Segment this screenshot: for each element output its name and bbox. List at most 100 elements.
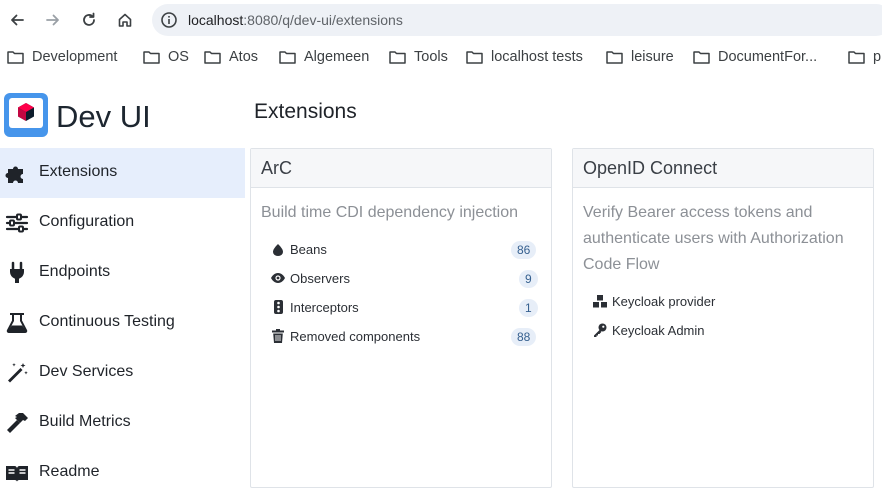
card-link-keycloak-admin[interactable]: Keycloak Admin (593, 321, 793, 341)
card-header: ArC (251, 149, 551, 188)
menu-label: Readme (39, 463, 100, 480)
menu-label: Extensions (39, 163, 118, 180)
menu-item-dev-services[interactable]: Dev Services (0, 348, 245, 398)
card-description: Verify Bearer access tokens and authenti… (583, 200, 844, 278)
bookmark-label: Algemeen (304, 49, 370, 65)
card-link-interceptors[interactable]: Interceptors 1 (271, 298, 538, 318)
link-label: Interceptors (290, 300, 359, 315)
back-button[interactable] (3, 6, 31, 34)
folder-icon (606, 51, 623, 64)
extension-card-arc: ArC Build time CDI dependency injection … (250, 148, 552, 488)
menu-label: Continuous Testing (39, 313, 175, 330)
bookmark-folder[interactable]: Tools (389, 48, 448, 66)
address-bar[interactable]: localhost:8080/q/dev-ui/extensions (152, 4, 882, 36)
cubes-icon (593, 294, 607, 308)
menu-label: Endpoints (39, 263, 111, 280)
bookmark-label: Atos (229, 49, 259, 65)
bookmarks-bar: Development OS Atos Algemeen Tools local… (0, 40, 882, 74)
plug-icon (5, 261, 29, 285)
bookmark-label: leisure (631, 49, 674, 65)
forward-button[interactable] (39, 6, 67, 34)
count-badge: 1 (519, 299, 538, 317)
count-badge: 9 (519, 270, 538, 288)
bookmark-folder[interactable]: leisure (606, 48, 674, 66)
card-description: Build time CDI dependency injection (261, 204, 519, 221)
link-label: Removed components (290, 329, 421, 344)
flask-icon (5, 311, 29, 335)
link-label: Observers (290, 271, 350, 286)
folder-icon (204, 51, 221, 64)
seed-icon (271, 242, 285, 256)
menu-item-continuous-testing[interactable]: Continuous Testing (0, 298, 245, 348)
card-link-removed-components[interactable]: Removed components 88 (271, 327, 537, 347)
app-brand: Dev UI (56, 99, 151, 134)
card-description-line: Verify Bearer access tokens and (583, 204, 813, 221)
card-link-keycloak-provider[interactable]: Keycloak provider (593, 292, 793, 312)
menu-label: Build Metrics (39, 413, 131, 430)
back-arrow-icon (11, 14, 24, 26)
card-link-beans[interactable]: Beans 86 (271, 240, 537, 260)
card-header: OpenID Connect (573, 149, 873, 188)
count-badge: 86 (511, 241, 537, 259)
link-label: Keycloak Admin (612, 323, 705, 338)
menu-item-readme[interactable]: Readme (0, 448, 245, 498)
menu-item-build-metrics[interactable]: Build Metrics (0, 398, 245, 448)
count-badge: 88 (511, 328, 537, 346)
reload-icon (83, 12, 95, 26)
bookmark-folder[interactable]: DocumentFor... (693, 48, 817, 66)
bookmark-label: DocumentFor... (718, 49, 818, 65)
card-description-line: Code Flow (583, 256, 660, 273)
home-icon (118, 13, 132, 27)
book-icon (5, 461, 29, 485)
bookmark-folder[interactable]: Algemeen (279, 48, 369, 66)
site-info-icon[interactable] (160, 11, 178, 29)
sliders-icon (5, 211, 29, 235)
folder-icon (389, 51, 406, 64)
card-link-observers[interactable]: Observers 9 (271, 269, 538, 289)
traffic-light-icon (271, 300, 285, 314)
bookmark-folder[interactable]: Development (7, 48, 117, 66)
bookmark-folder[interactable]: OS (143, 48, 189, 66)
eye-icon (271, 271, 285, 285)
puzzle-icon (5, 161, 29, 185)
url-path: :8080/q/dev-ui/extensions (243, 12, 403, 28)
url-host: localhost (188, 12, 244, 28)
bookmark-folder[interactable]: localhost tests (466, 48, 583, 66)
menu-label: Configuration (39, 213, 135, 230)
card-description-line: authenticate users with Authorization (583, 230, 844, 247)
bookmark-label: Tools (414, 49, 448, 65)
key-icon (593, 323, 607, 337)
link-label: Keycloak provider (612, 294, 716, 309)
folder-icon (7, 51, 24, 64)
card-title: OpenID Connect (583, 158, 718, 178)
link-label: Beans (290, 242, 327, 257)
bookmark-folder[interactable]: Atos (204, 48, 258, 66)
url-text[interactable]: localhost:8080/q/dev-ui/extensions (188, 12, 403, 28)
folder-icon (848, 51, 865, 64)
reload-button[interactable] (75, 6, 103, 34)
card-title: ArC (261, 158, 292, 178)
bookmark-label: Development (32, 49, 118, 65)
menu-item-endpoints[interactable]: Endpoints (0, 248, 245, 298)
browser-toolbar: localhost:8080/q/dev-ui/extensions (0, 0, 882, 40)
bookmark-folder[interactable]: p (848, 48, 881, 66)
hammer-icon (5, 411, 29, 435)
page-title: Extensions (254, 100, 357, 123)
dev-ui-app: Dev UI Extensions Configuration Endpoint… (0, 74, 882, 488)
magic-wand-icon (5, 361, 29, 385)
quarkus-logo-icon (4, 93, 48, 137)
menu-item-configuration[interactable]: Configuration (0, 198, 245, 248)
extension-card-openid-connect: OpenID Connect Verify Bearer access toke… (572, 148, 874, 488)
bookmark-label: localhost tests (491, 49, 583, 65)
home-button[interactable] (111, 6, 139, 34)
bookmark-label: p (873, 49, 882, 65)
trash-icon (271, 329, 285, 343)
forward-arrow-icon (46, 14, 59, 26)
folder-icon (279, 51, 296, 64)
bookmark-label: OS (168, 49, 189, 65)
folder-icon (466, 51, 483, 64)
folder-icon (143, 51, 160, 64)
menu-item-extensions[interactable]: Extensions (0, 148, 245, 198)
menu-label: Dev Services (39, 363, 134, 380)
folder-icon (693, 51, 710, 64)
